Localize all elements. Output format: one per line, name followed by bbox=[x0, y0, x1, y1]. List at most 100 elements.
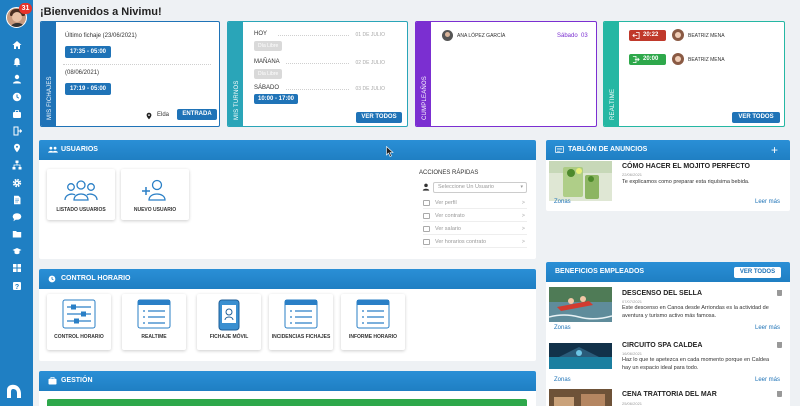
fichajes-card: MIS FICHAJES Último fichaje (23/06/2021)… bbox=[40, 21, 220, 127]
beneficio-date-2: 25/06/2021 bbox=[622, 401, 643, 406]
birthday-name: ANA LÓPEZ GARCÍA bbox=[457, 33, 506, 39]
document-icon[interactable] bbox=[0, 195, 33, 210]
realtime-card: REALTIME 20:22 BEATRIZ MENA 20:00 BEATRI… bbox=[603, 21, 785, 127]
nivimu-logo bbox=[7, 384, 21, 398]
turno-day-2: SÁBADO bbox=[254, 85, 280, 91]
realtime-time-1: 20:00 bbox=[643, 56, 659, 62]
folder-icon[interactable] bbox=[0, 229, 33, 244]
realtime-name-1: BEATRIZ MENA bbox=[688, 57, 725, 63]
control-horario-title: CONTROL HORARIO bbox=[61, 275, 131, 282]
beneficio-title-1[interactable]: CIRCUITO SPA CALDEA bbox=[622, 342, 702, 349]
beneficio-zonas-link-0[interactable]: Zonas bbox=[554, 325, 571, 331]
realtime-tile[interactable]: REALTIME bbox=[122, 294, 186, 350]
turnos-ver-todos-button[interactable]: VER TODOS bbox=[356, 112, 402, 123]
trash-icon[interactable] bbox=[777, 290, 782, 296]
quick-action-ver-contrato[interactable]: Ver contrato > bbox=[423, 210, 527, 222]
incidencias-fichajes-tile[interactable]: INCIDENCIAS FICHAJES bbox=[269, 294, 333, 350]
users-group-icon bbox=[64, 180, 98, 201]
usuarios-panel: USUARIOS LISTADO USUARIOS NUEVO USUARIO … bbox=[39, 140, 536, 259]
chevron-right-icon: > bbox=[521, 200, 525, 206]
gear-icon[interactable] bbox=[0, 178, 33, 193]
anuncios-panel: TABLÓN DE ANUNCIOS + CÓMO HACER EL MOJIT… bbox=[546, 140, 790, 211]
realtime-card-label: REALTIME bbox=[610, 88, 616, 120]
entrada-button[interactable]: ENTRADA bbox=[177, 109, 217, 120]
add-icon[interactable]: + bbox=[771, 140, 778, 160]
location-label: Elda bbox=[157, 112, 170, 118]
home-icon[interactable] bbox=[0, 40, 33, 55]
users-icon bbox=[48, 146, 58, 153]
cumpleanos-card-label: CUMPLEAÑOS bbox=[422, 75, 428, 120]
beneficio-zonas-link-1[interactable]: Zonas bbox=[554, 377, 571, 383]
realtime-time-0: 20:22 bbox=[643, 32, 659, 38]
quick-action-ver-salario[interactable]: Ver salario > bbox=[423, 223, 527, 235]
mobile-icon bbox=[218, 299, 240, 331]
anuncio-zonas-link[interactable]: Zonas bbox=[554, 199, 571, 205]
realtime-tile-label: REALTIME bbox=[141, 334, 167, 340]
briefcase-icon[interactable] bbox=[0, 109, 33, 124]
anuncio-leer-mas-link[interactable]: Leer más bbox=[755, 199, 780, 205]
listado-usuarios-tile[interactable]: LISTADO USUARIOS bbox=[47, 169, 115, 220]
sidebar: 31 ? bbox=[0, 0, 33, 406]
grid-icon[interactable] bbox=[0, 263, 33, 278]
contract-icon bbox=[423, 213, 430, 219]
realtime-ver-todos-button[interactable]: VER TODOS bbox=[732, 112, 780, 123]
trash-icon[interactable] bbox=[777, 391, 782, 397]
fichaje-movil-tile[interactable]: FICHAJE MÓVIL bbox=[197, 294, 261, 350]
turno-date-2: 03 DE JULIO bbox=[355, 86, 385, 92]
gestion-panel: GESTIÓN bbox=[39, 371, 536, 406]
turno-badge-2: 10:00 - 17:00 bbox=[254, 94, 299, 104]
prev-fichaje-label: (08/06/2021) bbox=[65, 70, 100, 76]
realtime-entry-badge: 20:00 bbox=[629, 54, 666, 65]
user-icon[interactable] bbox=[0, 74, 33, 89]
quick-action-ver-perfil[interactable]: Ver perfil > bbox=[423, 197, 527, 209]
chevron-right-icon: > bbox=[521, 213, 525, 219]
hierarchy-icon[interactable] bbox=[0, 160, 33, 175]
realtime-avatar-1[interactable] bbox=[672, 53, 684, 65]
door-icon[interactable] bbox=[0, 126, 33, 141]
quick-action-ver-horarios[interactable]: Ver horarios contrato > bbox=[423, 236, 527, 248]
turno-day-1: MAÑANA bbox=[254, 59, 280, 65]
graduation-icon[interactable] bbox=[0, 246, 33, 261]
realtime-avatar-0[interactable] bbox=[672, 29, 684, 41]
birthday-avatar[interactable] bbox=[442, 30, 453, 41]
report-icon bbox=[356, 299, 390, 329]
pin-icon[interactable] bbox=[0, 143, 33, 158]
chevron-right-icon: > bbox=[521, 226, 525, 232]
gestion-action-bar[interactable] bbox=[47, 399, 527, 406]
trash-icon[interactable] bbox=[777, 342, 782, 348]
beneficios-panel: BENEFICIOS EMPLEADOS VER TODOS DESCENSO … bbox=[546, 262, 790, 406]
beneficios-ver-todos-button[interactable]: VER TODOS bbox=[734, 267, 781, 278]
beneficio-title-0[interactable]: DESCENSO DEL SELLA bbox=[622, 290, 702, 297]
informe-horario-tile[interactable]: INFORME HORARIO bbox=[341, 294, 405, 350]
help-icon[interactable]: ? bbox=[0, 281, 33, 296]
chevron-right-icon: > bbox=[521, 239, 525, 245]
entry-door-icon bbox=[632, 56, 640, 63]
birthday-day: Sábado bbox=[557, 33, 578, 39]
turno-date-1: 02 DE JULIO bbox=[355, 60, 385, 66]
control-horario-tile-label: CONTROL HORARIO bbox=[54, 334, 104, 340]
beneficio-leer-mas-link-0[interactable]: Leer más bbox=[755, 325, 780, 331]
mojito-image bbox=[549, 161, 612, 201]
acciones-rapidas-title: ACCIONES RÁPIDAS bbox=[419, 170, 479, 176]
chat-icon[interactable] bbox=[0, 212, 33, 227]
listado-usuarios-label: LISTADO USUARIOS bbox=[56, 207, 106, 213]
beneficio-title-2[interactable]: CENA TRATTORIA DEL MAR bbox=[622, 391, 717, 398]
notification-badge: 31 bbox=[19, 3, 32, 14]
anuncio-title[interactable]: CÓMO HACER EL MOJITO PERFECTO bbox=[622, 163, 750, 170]
user-select[interactable]: Seleccione Un Usuario ▾ bbox=[433, 182, 527, 193]
location-pin-icon bbox=[146, 112, 152, 120]
nuevo-usuario-tile[interactable]: NUEVO USUARIO bbox=[121, 169, 189, 220]
realtime-exit-badge: 20:22 bbox=[629, 30, 666, 41]
realtime-name-0: BEATRIZ MENA bbox=[688, 33, 725, 39]
last-fichaje-range: 17:35 - 05:00 bbox=[65, 46, 112, 58]
bell-icon[interactable] bbox=[0, 57, 33, 72]
restaurant-image bbox=[549, 389, 612, 406]
clock-icon[interactable] bbox=[0, 92, 33, 107]
beneficio-leer-mas-link-1[interactable]: Leer más bbox=[755, 377, 780, 383]
control-horario-tile[interactable]: CONTROL HORARIO bbox=[47, 294, 111, 350]
calendar-icon bbox=[423, 239, 430, 245]
beneficio-text-0: Este descenso en Canoa desde Arriondas e… bbox=[622, 305, 769, 319]
cumpleanos-card: CUMPLEAÑOS ANA LÓPEZ GARCÍA Sábado 03 bbox=[415, 21, 597, 127]
fichaje-movil-tile-label: FICHAJE MÓVIL bbox=[209, 334, 249, 340]
anuncio-text: Te explicamos como preparar esta riquísi… bbox=[622, 179, 750, 185]
